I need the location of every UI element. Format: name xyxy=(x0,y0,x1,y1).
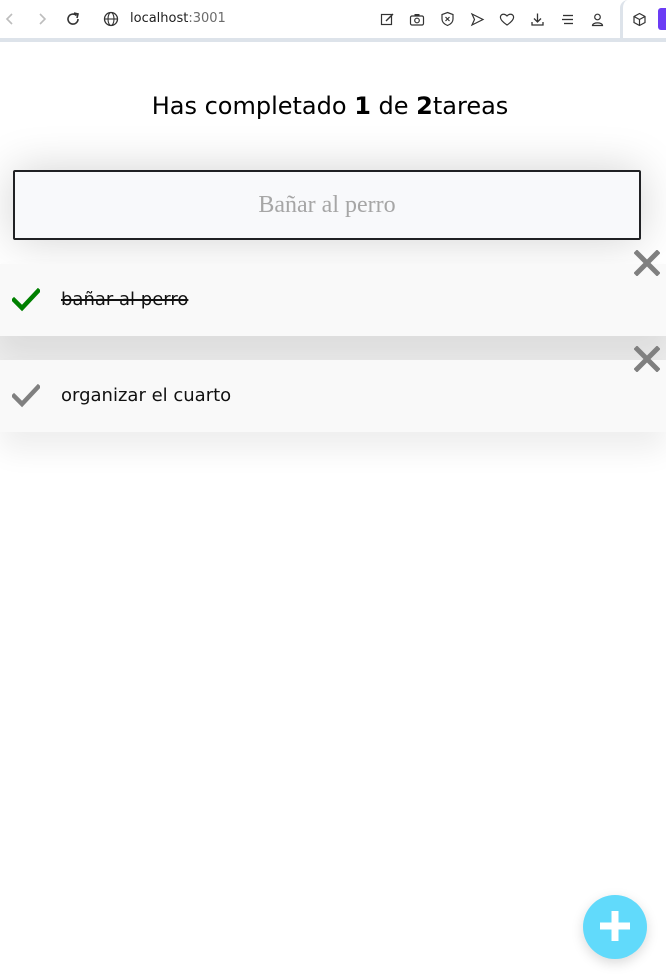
browser-toolbar: localhost:3001 xyxy=(0,0,666,38)
address-bar[interactable]: localhost:3001 xyxy=(130,10,226,28)
todo-item: bañar al perro xyxy=(0,249,666,336)
browser-divider xyxy=(0,38,666,42)
url-port: :3001 xyxy=(188,11,226,26)
globe-icon xyxy=(101,9,121,29)
menu-icon[interactable] xyxy=(557,9,577,29)
add-todo-button[interactable] xyxy=(583,895,647,959)
back-icon[interactable] xyxy=(0,9,20,29)
counter-middle: de xyxy=(370,92,417,120)
account-icon[interactable] xyxy=(587,9,607,29)
check-icon[interactable] xyxy=(10,287,42,312)
counter-prefix: Has completado xyxy=(151,92,355,120)
download-icon[interactable] xyxy=(527,9,547,29)
reload-icon[interactable] xyxy=(63,9,83,29)
check-icon[interactable] xyxy=(10,383,42,408)
delete-icon[interactable] xyxy=(633,249,661,277)
counter-suffix: tareas xyxy=(432,92,509,120)
send-icon[interactable] xyxy=(467,9,487,29)
heart-icon[interactable] xyxy=(497,9,517,29)
camera-icon[interactable] xyxy=(407,9,427,29)
url-host: localhost xyxy=(130,11,189,26)
counter-total: 2 xyxy=(416,92,433,120)
todo-counter: Has completado 1 de 2tareas xyxy=(0,92,660,120)
forward-icon[interactable] xyxy=(32,9,52,29)
todo-search-input[interactable] xyxy=(13,170,641,240)
todo-item: organizar el cuarto xyxy=(0,345,666,432)
extension-badge[interactable] xyxy=(658,8,666,30)
plus-icon xyxy=(599,910,631,944)
todo-list: bañar al perro organizar el cuarto xyxy=(0,249,666,456)
todo-text: bañar al perro xyxy=(61,289,189,310)
edit-page-icon[interactable] xyxy=(377,9,397,29)
todo-search-container xyxy=(13,170,641,240)
todo-text: organizar el cuarto xyxy=(61,385,232,406)
delete-icon[interactable] xyxy=(633,345,661,373)
counter-completed: 1 xyxy=(354,92,371,120)
extension-box-icon[interactable] xyxy=(629,9,649,29)
shield-icon[interactable] xyxy=(437,9,457,29)
